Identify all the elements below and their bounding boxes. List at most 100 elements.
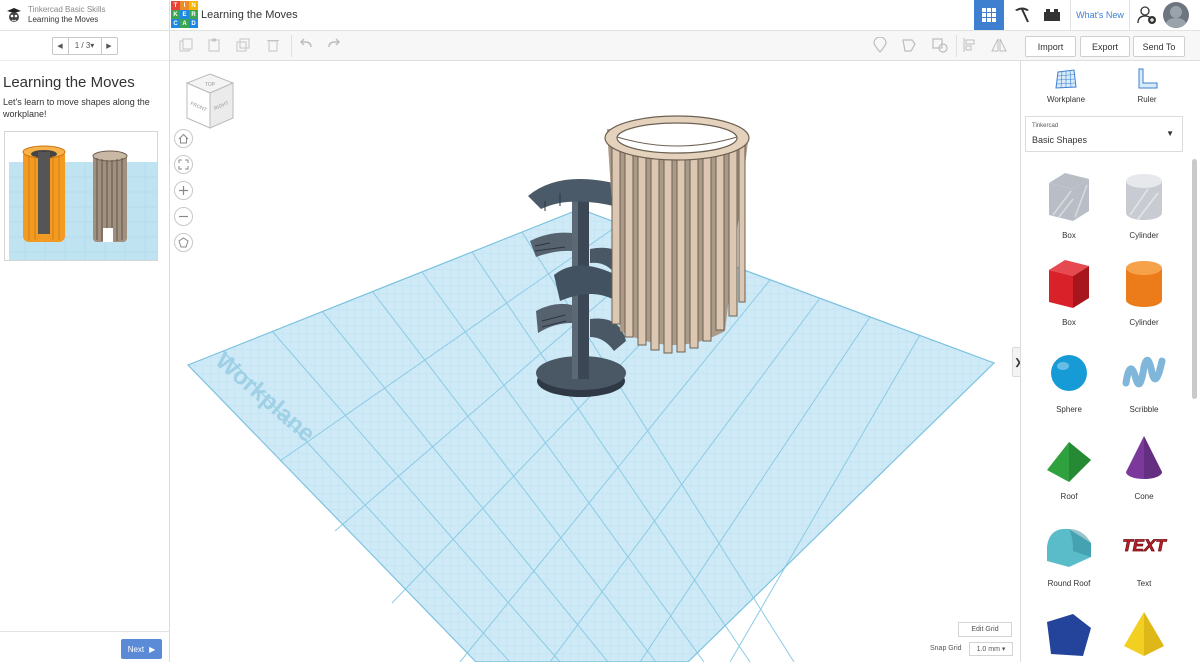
workplane-scene[interactable]: Workplane TOP FRONT RIGHT bbox=[170, 61, 1020, 662]
shape-cylinder-gray[interactable]: Cylinder bbox=[1108, 161, 1180, 243]
sphere-shape-icon bbox=[1051, 355, 1087, 391]
shape-pyramid[interactable] bbox=[1108, 596, 1180, 662]
view-cube[interactable]: TOP FRONT RIGHT bbox=[185, 73, 235, 129]
delete-icon[interactable] bbox=[265, 37, 281, 53]
avatar[interactable] bbox=[1163, 2, 1189, 28]
snap-grid-select[interactable]: 1.0 mm ▾ bbox=[969, 642, 1013, 656]
design-title[interactable]: Learning the Moves bbox=[201, 9, 298, 21]
step-count-text: 1 / 3 bbox=[74, 41, 91, 50]
home-view-button[interactable] bbox=[174, 129, 193, 148]
shapes-panel-scrollbar[interactable] bbox=[1192, 159, 1197, 399]
3d-viewport[interactable]: Workplane TOP FRONT RIGHT Edit Grid Snap… bbox=[170, 61, 1020, 662]
box-front bbox=[1049, 270, 1073, 308]
whats-new-link[interactable]: What's New bbox=[1070, 0, 1130, 30]
logo-letter: T bbox=[171, 1, 180, 10]
shape-label: Roof bbox=[1060, 492, 1078, 501]
tinkercad-editor: Tinkercad Basic Skills Learning the Move… bbox=[0, 0, 1200, 662]
notes-pin-icon[interactable] bbox=[872, 37, 888, 53]
lesson-title: Learning the Moves bbox=[3, 74, 135, 91]
lesson-course-name: Tinkercad Basic Skills bbox=[28, 5, 106, 14]
tinkercad-logo[interactable]: TINKERCAD bbox=[171, 1, 198, 28]
next-step-arrow-button[interactable]: ▶ bbox=[102, 38, 117, 54]
shape-cone[interactable]: Cone bbox=[1108, 422, 1180, 504]
workplane-tool[interactable]: Workplane bbox=[1036, 68, 1096, 108]
shape-sphere[interactable]: Sphere bbox=[1033, 335, 1105, 417]
undo-icon[interactable] bbox=[298, 37, 314, 53]
shape-box-red[interactable]: Box bbox=[1033, 248, 1105, 330]
view-cube-top-label: TOP bbox=[205, 82, 216, 88]
shape-roof[interactable]: Roof bbox=[1033, 422, 1105, 504]
logo-letter: D bbox=[189, 19, 198, 28]
workplane-grid-icon bbox=[1055, 69, 1077, 89]
add-user-button[interactable] bbox=[1132, 0, 1162, 30]
step-counter[interactable]: 1 / 3 ▾ bbox=[67, 37, 102, 54]
polygon-shape-icon bbox=[1047, 614, 1091, 656]
logo-letter: A bbox=[180, 19, 189, 28]
ungroup-icon[interactable] bbox=[932, 37, 948, 53]
lego-bricks-button[interactable] bbox=[1037, 0, 1067, 30]
ruler-tool[interactable]: Ruler bbox=[1117, 68, 1177, 108]
paste-icon[interactable] bbox=[206, 37, 222, 53]
ruler-tool-label: Ruler bbox=[1137, 95, 1157, 104]
duplicate-icon[interactable] bbox=[235, 37, 251, 53]
toolbar-divider bbox=[956, 35, 957, 57]
shape-text[interactable]: TEXT Text bbox=[1108, 509, 1180, 591]
lesson-panel: Tinkercad Basic Skills Learning the Move… bbox=[0, 0, 170, 662]
shape-scribble[interactable]: Scribble bbox=[1108, 335, 1180, 417]
pickaxe-icon bbox=[1015, 7, 1029, 23]
zoom-in-button[interactable] bbox=[174, 181, 193, 200]
library-source: Tinkercad bbox=[1032, 123, 1059, 129]
shapes-panel: Workplane Ruler Tinkercad Basic Shapes ▼ bbox=[1020, 61, 1200, 662]
lesson-preview-image bbox=[4, 131, 158, 261]
home-icon bbox=[178, 133, 189, 144]
shape-label: Cylinder bbox=[1129, 231, 1159, 240]
preview-scene-image bbox=[5, 132, 157, 260]
shape-label: Round Roof bbox=[1047, 579, 1091, 588]
caret-down-icon: ▼ bbox=[1166, 129, 1174, 138]
lesson-name: Learning the Moves bbox=[28, 15, 99, 24]
lesson-header: Tinkercad Basic Skills Learning the Move… bbox=[0, 0, 169, 31]
shape-label: Cylinder bbox=[1129, 318, 1159, 327]
plus-icon bbox=[179, 186, 188, 195]
snap-grid-label: Snap Grid bbox=[930, 645, 962, 652]
shape-box-gray[interactable]: Box bbox=[1033, 161, 1105, 243]
copy-icon[interactable] bbox=[178, 37, 194, 53]
shape-label: Text bbox=[1136, 579, 1152, 588]
shape-cylinder-orange[interactable]: Cylinder bbox=[1108, 248, 1180, 330]
lesson-pager-bar: ◀ 1 / 3 ▾ ▶ bbox=[0, 31, 169, 61]
perspective-toggle-button[interactable] bbox=[174, 233, 193, 252]
minecraft-export-button[interactable] bbox=[1007, 0, 1037, 30]
shape-library-select[interactable]: Tinkercad Basic Shapes ▼ bbox=[1025, 116, 1183, 152]
fit-view-button[interactable] bbox=[174, 155, 193, 174]
round-roof-shape-icon bbox=[1047, 528, 1091, 567]
lesson-footer: Next ▶ bbox=[0, 631, 170, 662]
import-button[interactable]: Import bbox=[1025, 36, 1076, 57]
prev-step-button[interactable]: ◀ bbox=[53, 38, 68, 54]
align-icon[interactable] bbox=[962, 37, 978, 53]
zoom-out-button[interactable] bbox=[174, 207, 193, 226]
user-avatar-icon bbox=[1165, 6, 1187, 28]
lesson-mascot-icon bbox=[5, 6, 23, 24]
group-icon[interactable] bbox=[902, 37, 918, 53]
minus-icon bbox=[179, 215, 188, 218]
next-button[interactable]: Next ▶ bbox=[121, 639, 162, 659]
mirror-icon[interactable] bbox=[991, 37, 1007, 53]
brick-icon bbox=[1044, 9, 1060, 21]
cone-shape-icon bbox=[1126, 436, 1162, 479]
shape-label: Box bbox=[1062, 318, 1076, 327]
export-button[interactable]: Export bbox=[1080, 36, 1130, 57]
box-shape-icon bbox=[1049, 260, 1089, 308]
shape-round-roof[interactable]: Round Roof bbox=[1033, 509, 1105, 591]
pyramid-shape-icon bbox=[1124, 612, 1164, 656]
shape-label: Sphere bbox=[1056, 405, 1082, 414]
3d-design-view-button[interactable] bbox=[974, 0, 1004, 30]
lesson-pager: ◀ 1 / 3 ▾ ▶ bbox=[51, 36, 118, 55]
redo-icon[interactable] bbox=[326, 37, 342, 53]
shape-label: Cone bbox=[1134, 492, 1154, 501]
shape-label: Box bbox=[1062, 231, 1076, 240]
shape-polygon[interactable] bbox=[1033, 596, 1105, 662]
shape-grid: Box Cylinder Box Cylinder Sphere Scribbl… bbox=[1021, 161, 1193, 662]
send-to-button[interactable]: Send To bbox=[1133, 36, 1185, 57]
edit-grid-button[interactable]: Edit Grid bbox=[958, 622, 1012, 637]
logo-letter: R bbox=[189, 10, 198, 19]
